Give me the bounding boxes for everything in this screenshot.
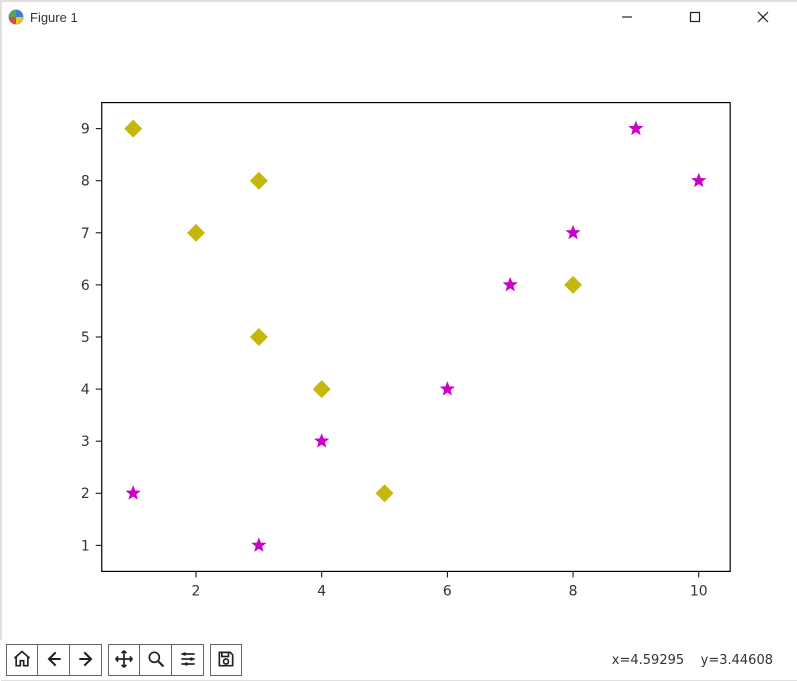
move-icon — [114, 649, 134, 672]
matplotlib-toolbar: x=4.59295 y=3.44608 — [0, 640, 797, 680]
x-tick-label: 2 — [192, 583, 201, 599]
y-tick-label: 7 — [81, 226, 90, 242]
data-point — [126, 485, 141, 499]
home-button[interactable] — [6, 644, 38, 676]
save-icon — [216, 649, 236, 672]
data-point — [187, 224, 205, 242]
view-group — [108, 644, 204, 676]
minimize-button[interactable] — [607, 2, 647, 32]
window-titlebar: Figure 1 — [2, 2, 797, 32]
plot-svg: 246810123456789 — [2, 32, 797, 642]
nav-group — [6, 644, 102, 676]
forward-button[interactable] — [70, 644, 102, 676]
data-point — [440, 381, 455, 395]
home-icon — [12, 649, 32, 672]
x-tick-label: 10 — [690, 583, 708, 599]
plot-canvas[interactable]: 246810123456789 — [2, 32, 797, 642]
data-point — [314, 433, 329, 447]
zoom-button[interactable] — [140, 644, 172, 676]
data-point — [251, 537, 266, 551]
pan-button[interactable] — [108, 644, 140, 676]
y-tick-label: 6 — [81, 278, 90, 294]
configure-subplots-button[interactable] — [172, 644, 204, 676]
app-icon — [8, 9, 24, 25]
magnify-icon — [146, 649, 166, 672]
data-point — [250, 328, 268, 346]
axes-frame — [102, 103, 730, 572]
y-tick-label: 9 — [81, 122, 90, 138]
y-tick-label: 2 — [81, 486, 90, 502]
window-title: Figure 1 — [30, 10, 78, 25]
arrow-right-icon — [76, 649, 96, 672]
y-tick-label: 1 — [81, 538, 90, 554]
data-point — [313, 380, 331, 398]
y-tick-label: 8 — [81, 174, 90, 190]
data-point — [628, 121, 643, 135]
save-button[interactable] — [210, 644, 242, 676]
x-tick-label: 4 — [317, 583, 326, 599]
data-point — [376, 484, 394, 502]
x-tick-label: 8 — [569, 583, 578, 599]
coordinate-readout: x=4.59295 y=3.44608 — [612, 653, 791, 668]
sliders-icon — [178, 649, 198, 672]
data-point — [124, 120, 142, 138]
back-button[interactable] — [38, 644, 70, 676]
window-controls — [607, 2, 795, 32]
data-point — [691, 173, 706, 187]
x-tick-label: 6 — [443, 583, 452, 599]
y-tick-label: 5 — [81, 330, 90, 346]
y-tick-label: 3 — [81, 434, 90, 450]
data-point — [564, 276, 582, 294]
data-point — [503, 277, 518, 291]
data-point — [565, 225, 580, 239]
arrow-left-icon — [44, 649, 64, 672]
y-tick-label: 4 — [81, 382, 90, 398]
io-group — [210, 644, 242, 676]
maximize-button[interactable] — [675, 2, 715, 32]
close-button[interactable] — [743, 2, 783, 32]
data-point — [250, 172, 268, 190]
